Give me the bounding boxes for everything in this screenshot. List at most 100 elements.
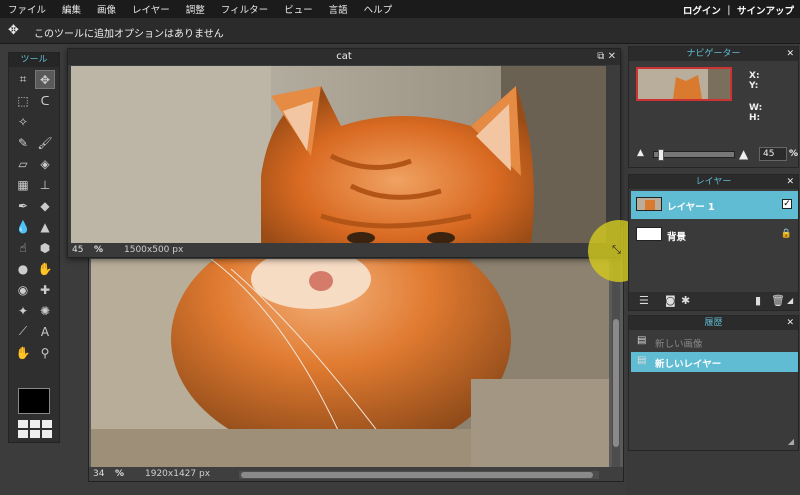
drawing-icon: ◆ <box>40 198 50 213</box>
zoom-slider-knob[interactable] <box>658 149 664 161</box>
canvas-back[interactable] <box>91 259 609 467</box>
type-tool[interactable]: A <box>35 322 55 341</box>
foreground-color-swatch[interactable] <box>18 388 50 414</box>
layer-row-1[interactable]: レイヤー 1 ✓ <box>631 191 798 219</box>
layers-panel: レイヤー ✕ レイヤー 1 ✓ 背景 🔒 ☰ ◙ ✱ ▮ 🗑 ◢ <box>628 174 799 311</box>
sponge-tool[interactable]: ⬢ <box>35 238 55 257</box>
navigator-header[interactable]: ナビゲーター ✕ <box>629 47 798 61</box>
delete-layer-icon[interactable]: 🗑 <box>771 294 785 307</box>
close-icon[interactable]: ✕ <box>608 51 616 62</box>
new-layer-history-icon: ▤ <box>637 355 647 366</box>
history-close-icon[interactable]: ✕ <box>786 316 794 330</box>
navigator-panel: ナビゲーター ✕ X: Y: W: H: ▲ ▲ 45 % <box>628 46 799 168</box>
horizontal-scrollbar-back[interactable] <box>239 471 599 479</box>
layer-1-thumbnail <box>636 197 662 211</box>
menu-adjust[interactable]: 調整 <box>178 2 213 16</box>
zoom-in-icon[interactable]: ▲ <box>739 147 748 161</box>
brush-tool[interactable]: 🖌 <box>35 133 55 152</box>
pinch-tool[interactable]: ✺ <box>35 301 55 320</box>
layer-styles-icon[interactable]: ✱ <box>681 294 690 307</box>
lasso-tool[interactable]: ᑕ <box>35 91 55 110</box>
stamp-tool[interactable]: ⊥ <box>35 175 55 194</box>
navigator-preview <box>638 69 730 99</box>
menu-file[interactable]: ファイル <box>0 2 54 16</box>
zoom-value-back[interactable]: 34 <box>93 469 104 479</box>
layer-1-visibility-checkbox[interactable]: ✓ <box>782 199 792 209</box>
zoom-tool[interactable]: ⚲ <box>35 343 55 362</box>
move-tool[interactable]: ✥ <box>35 70 55 89</box>
document-titlebar[interactable]: cat ⧉ ✕ <box>68 49 620 65</box>
menu-edit[interactable]: 編集 <box>54 2 89 16</box>
burn-tool[interactable]: ✋ <box>35 259 55 278</box>
spot-heal-tool[interactable]: ✚ <box>35 280 55 299</box>
layer-properties-icon[interactable]: ☰ <box>639 294 649 307</box>
hand-tool[interactable]: ✋ <box>13 343 33 362</box>
bucket-tool[interactable]: ◈ <box>35 154 55 173</box>
dodge-tool[interactable]: ● <box>13 259 33 278</box>
menu-layer[interactable]: レイヤー <box>124 2 178 16</box>
menu-view[interactable]: ビュー <box>276 2 321 16</box>
drawing-tool[interactable]: ◆ <box>35 196 55 215</box>
eraser-tool[interactable]: ▱ <box>13 154 33 173</box>
blur-icon: 💧 <box>15 219 31 234</box>
menu-language[interactable]: 言語 <box>321 2 356 16</box>
layers-footer: ☰ ◙ ✱ ▮ 🗑 ◢ <box>629 292 798 310</box>
layer-row-background[interactable]: 背景 🔒 <box>631 221 798 249</box>
new-layer-icon[interactable]: ▮ <box>755 294 761 307</box>
document-window-back[interactable]: 34 % 1920x1427 px <box>88 224 624 482</box>
document-title: cat <box>336 51 352 62</box>
menu-image[interactable]: 画像 <box>89 2 124 16</box>
layers-header[interactable]: レイヤー ✕ <box>629 175 798 189</box>
layers-close-icon[interactable]: ✕ <box>786 175 794 189</box>
panel-resize-icon[interactable]: ◢ <box>787 296 793 305</box>
blank <box>35 112 55 131</box>
history-item-new-image[interactable]: ▤ 新しい画像 <box>631 332 798 352</box>
cat-photo-bottom <box>91 259 609 467</box>
swatch-grid[interactable] <box>18 420 52 440</box>
zoom-out-icon[interactable]: ▲ <box>637 148 644 158</box>
hand-icon: ✋ <box>15 345 31 360</box>
sharpen-tool[interactable]: ▲ <box>35 217 55 236</box>
canvas-front[interactable] <box>71 66 606 244</box>
eraser-icon: ▱ <box>18 156 28 171</box>
magic-wand-tool[interactable]: ✧ <box>13 112 33 131</box>
menu-filter[interactable]: フィルター <box>213 2 276 16</box>
history-item-new-layer[interactable]: ▤ 新しいレイヤー <box>631 352 798 372</box>
move-icon: ✥ <box>39 72 51 87</box>
navigator-title: ナビゲーター <box>686 49 741 59</box>
cat-photo-top <box>71 66 606 244</box>
zoom-input[interactable]: 45 <box>759 147 787 161</box>
zoom-percent-back: % <box>115 469 125 479</box>
gradient-tool[interactable]: ▦ <box>13 175 33 194</box>
crop-tool[interactable]: ⌗ <box>13 70 33 89</box>
menu-help[interactable]: ヘルプ <box>356 2 401 16</box>
blur-tool[interactable]: 💧 <box>13 217 33 236</box>
navigator-coords: X: Y: W: H: <box>749 71 762 123</box>
new-image-icon: ▤ <box>637 335 647 346</box>
menu-bar: ファイル 編集 画像 レイヤー 調整 フィルター ビュー 言語 ヘルプ ログイン… <box>0 0 800 18</box>
history-resize-icon[interactable]: ◢ <box>788 437 794 446</box>
maximize-icon[interactable]: ⧉ <box>597 51 604 62</box>
document-window-cat[interactable]: cat ⧉ ✕ 45 % 1500x500 px <box>67 48 621 258</box>
marquee-tool[interactable]: ⬚ <box>13 91 33 110</box>
options-bar: ✥ このツールに追加オプションはありません <box>0 18 800 44</box>
vertical-scrollbar-back[interactable] <box>612 259 620 467</box>
history-header[interactable]: 履歴 ✕ <box>629 316 798 330</box>
navigator-close-icon[interactable]: ✕ <box>786 47 794 61</box>
resize-handle-icon[interactable]: ⤡ <box>612 243 621 257</box>
navigator-thumbnail[interactable] <box>636 67 732 101</box>
bloat-icon: ✦ <box>17 303 29 318</box>
smudge-tool[interactable]: ☝ <box>13 238 33 257</box>
pencil-tool[interactable]: ✎ <box>13 133 33 152</box>
zoom-value-front[interactable]: 45 <box>72 245 83 255</box>
crop-icon: ⌗ <box>19 72 27 86</box>
layer-mask-icon[interactable]: ◙ <box>665 294 676 307</box>
color-replace-tool[interactable]: ✒ <box>13 196 33 215</box>
zoom-slider[interactable] <box>653 149 735 161</box>
red-eye-tool[interactable]: ◉ <box>13 280 33 299</box>
bloat-tool[interactable]: ✦ <box>13 301 33 320</box>
color-picker-tool[interactable]: ⟋ <box>13 322 33 341</box>
y-label: Y: <box>749 81 759 91</box>
smudge-icon: ☝ <box>19 240 27 255</box>
login-signup-link[interactable]: ログイン ｜ サインアップ <box>683 3 794 17</box>
